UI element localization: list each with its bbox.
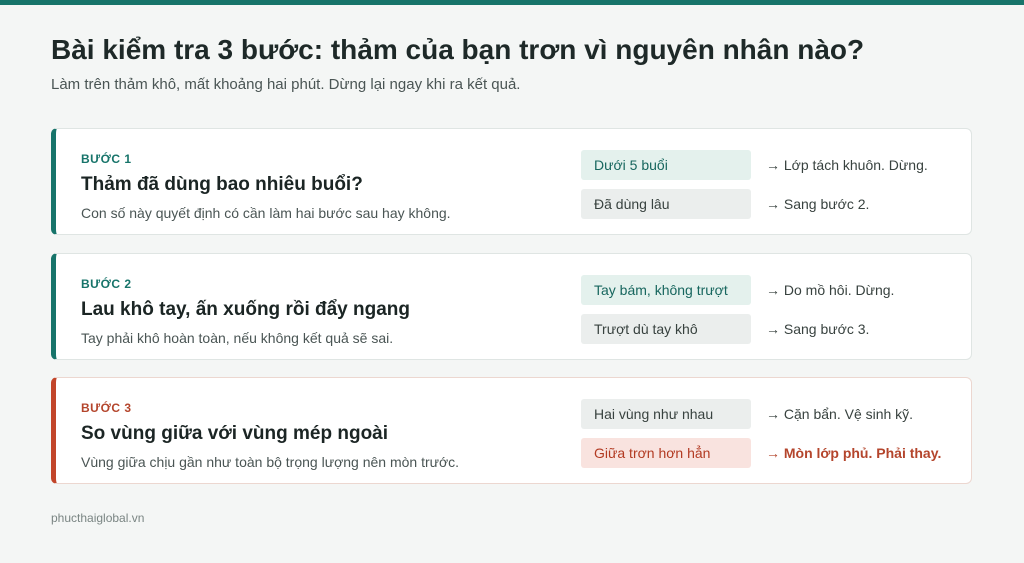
option-chip: Hai vùng như nhau xyxy=(581,399,751,429)
option-result: → Mòn lớp phủ. Phải thay. xyxy=(766,445,942,461)
step-label: BƯỚC 3 xyxy=(81,401,132,415)
step-description: Vùng giữa chịu gần như toàn bộ trọng lượ… xyxy=(81,454,460,470)
top-accent-bar xyxy=(0,0,1024,5)
option-chip: Dưới 5 buổi xyxy=(581,150,751,180)
option-chip: Trượt dù tay khô xyxy=(581,314,751,344)
step-card-2: BƯỚC 2 Lau khô tay, ấn xuống rồi đẩy nga… xyxy=(51,253,972,360)
option-result: → Sang bước 3. xyxy=(766,321,870,337)
step-heading: So vùng giữa với vùng mép ngoài xyxy=(81,423,389,444)
option-result: → Do mồ hôi. Dừng. xyxy=(766,282,895,298)
step-label: BƯỚC 1 xyxy=(81,152,132,166)
step-description: Con số này quyết định có cần làm hai bướ… xyxy=(81,205,451,221)
page-title: Bài kiểm tra 3 bước: thảm của bạn trơn v… xyxy=(51,34,865,65)
option-chip: Tay bám, không trượt xyxy=(581,275,751,305)
step-label: BƯỚC 2 xyxy=(81,277,132,291)
option-result: → Cặn bẩn. Vệ sinh kỹ. xyxy=(766,406,914,422)
footer-site: phucthaiglobal.vn xyxy=(51,511,145,525)
step-heading: Lau khô tay, ấn xuống rồi đẩy ngang xyxy=(81,299,411,320)
page-subtitle: Làm trên thảm khô, mất khoảng hai phút. … xyxy=(51,76,521,93)
option-result: → Lớp tách khuôn. Dừng. xyxy=(766,157,928,173)
step-heading: Thảm đã dùng bao nhiêu buổi? xyxy=(81,174,363,195)
option-result: → Sang bước 2. xyxy=(766,196,870,212)
option-chip: Đã dùng lâu xyxy=(581,189,751,219)
step-card-3: BƯỚC 3 So vùng giữa với vùng mép ngoài V… xyxy=(51,377,972,484)
option-chip: Giữa trơn hơn hẳn xyxy=(581,438,751,468)
step-card-1: BƯỚC 1 Thảm đã dùng bao nhiêu buổi? Con … xyxy=(51,128,972,235)
step-description: Tay phải khô hoàn toàn, nếu không kết qu… xyxy=(81,330,394,346)
